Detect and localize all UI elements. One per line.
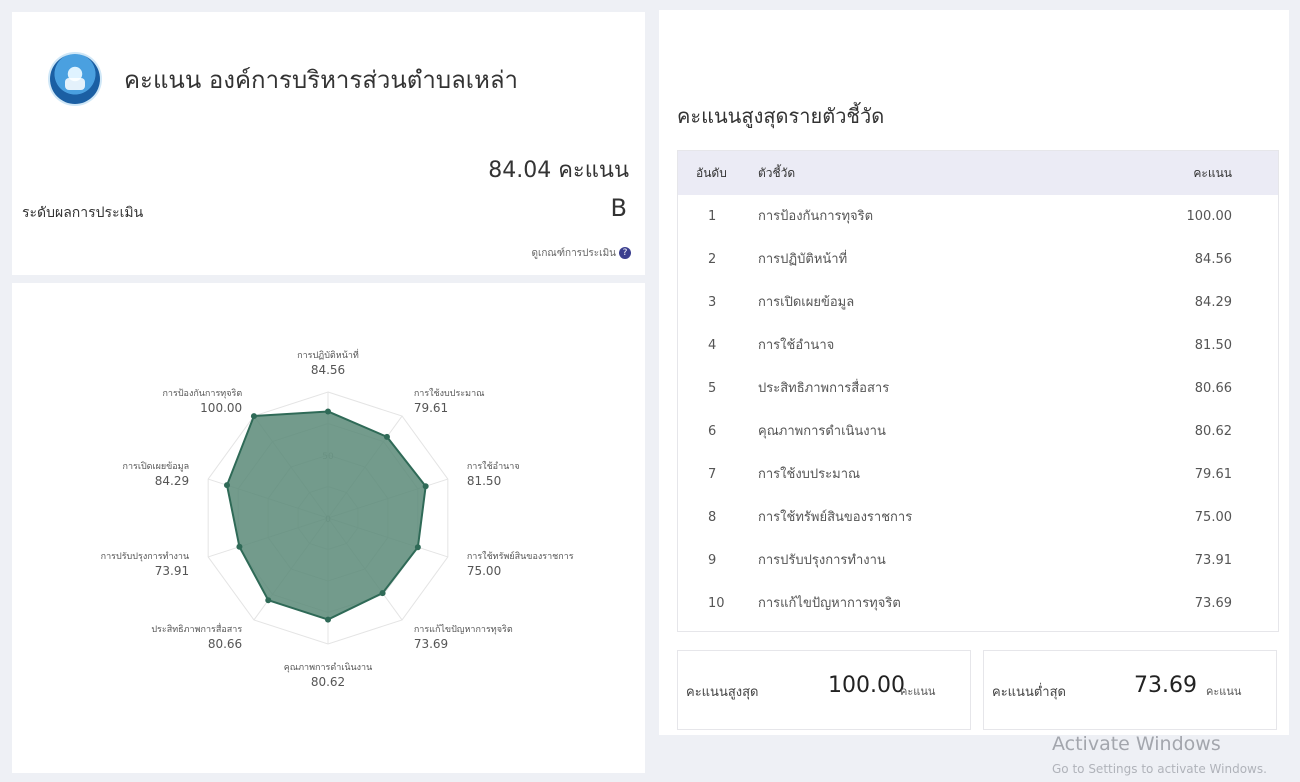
- row-score: 75.00: [1194, 510, 1232, 525]
- table-row: 10 การแก้ไขปัญหาการทุจริต 73.69: [678, 582, 1278, 625]
- activation-watermark-subtitle: Go to Settings to activate Windows.: [1052, 762, 1267, 776]
- row-rank: 3: [708, 295, 717, 310]
- radar-point: [325, 408, 331, 415]
- radar-axis-label: การปฏิบัติหน้าที่: [297, 348, 359, 361]
- row-indicator: การป้องกันการทุจริต: [758, 209, 874, 224]
- row-indicator: ประสิทธิภาพการสื่อสาร: [758, 381, 890, 396]
- row-score: 73.91: [1194, 553, 1232, 568]
- radar-value-label: 80.66: [208, 637, 242, 651]
- lowest-score-value: 73.69: [1134, 673, 1197, 698]
- table-row: 3 การเปิดเผยข้อมูล 84.29: [678, 281, 1278, 324]
- ranking-table: อันดับ ตัวชี้วัด คะแนน 1 การป้องกันการทุจ…: [677, 150, 1279, 632]
- criteria-link-label[interactable]: ดูเกณฑ์การประเมิน: [531, 248, 616, 259]
- row-score: 81.50: [1194, 338, 1232, 353]
- radar-axis-label: การป้องกันการทุจริต: [162, 388, 242, 399]
- radar-value-label: 84.56: [311, 363, 345, 377]
- ranking-title: คะแนนสูงสุดรายตัวชี้วัด: [677, 104, 885, 128]
- row-indicator: การใช้อำนาจ: [758, 338, 835, 353]
- organization-logo: [50, 54, 100, 104]
- row-rank: 7: [708, 467, 717, 482]
- header-rank: อันดับ: [696, 166, 727, 180]
- page-title: คะแนน องค์การบริหารส่วนตำบลเหล่า: [124, 66, 518, 94]
- lowest-score-label: คะแนนต่ำสุด: [992, 685, 1066, 700]
- row-score: 80.62: [1194, 424, 1232, 439]
- radar-value-label: 80.62: [311, 675, 345, 689]
- row-rank: 9: [708, 553, 717, 568]
- table-row: 8 การใช้ทรัพย์สินของราชการ 75.00: [678, 496, 1278, 539]
- radar-axis-label: ประสิทธิภาพการสื่อสาร: [151, 622, 242, 635]
- radar-point: [422, 483, 429, 490]
- row-indicator: การใช้งบประมาณ: [758, 467, 861, 482]
- criteria-link[interactable]: ดูเกณฑ์การประเมิน?: [531, 246, 631, 261]
- radar-value-label: 73.69: [414, 637, 448, 651]
- radar-point: [383, 433, 390, 440]
- radar-chart-card: 050การปฏิบัติหน้าที่84.56การใช้งบประมาณ7…: [12, 283, 645, 773]
- lowest-score-unit: คะแนน: [1206, 685, 1242, 698]
- row-indicator: คุณภาพการดำเนินงาน: [758, 424, 886, 439]
- ranking-card: คะแนนสูงสุดรายตัวชี้วัด อันดับ ตัวชี้วัด…: [659, 10, 1289, 735]
- row-indicator: การเปิดเผยข้อมูล: [758, 295, 855, 310]
- table-row: 4 การใช้อำนาจ 81.50: [678, 324, 1278, 367]
- row-rank: 5: [708, 381, 717, 396]
- radar-value-label: 84.29: [155, 474, 189, 488]
- radar-axis-label: คุณภาพการดำเนินงาน: [284, 662, 373, 673]
- row-rank: 2: [708, 252, 717, 267]
- row-indicator: การปรับปรุงการทำงาน: [758, 553, 886, 568]
- radar-chart: 050การปฏิบัติหน้าที่84.56การใช้งบประมาณ7…: [101, 348, 574, 689]
- highest-score-box: คะแนนสูงสุด 100.00 คะแนน: [677, 650, 971, 730]
- row-rank: 6: [708, 424, 717, 439]
- radar-point: [325, 616, 331, 623]
- radar-value-label: 73.91: [155, 564, 189, 578]
- header-score: คะแนน: [1193, 166, 1232, 180]
- row-indicator: การแก้ไขปัญหาการทุจริต: [758, 596, 901, 611]
- row-rank: 4: [708, 338, 717, 353]
- radar-axis-label: การใช้งบประมาณ: [414, 388, 485, 399]
- radar-point: [379, 590, 386, 597]
- table-row: 6 คุณภาพการดำเนินงาน 80.62: [678, 410, 1278, 453]
- radar-axis-label: การปรับปรุงการทำงาน: [101, 551, 189, 562]
- radar-value-label: 79.61: [414, 401, 448, 415]
- header-indicator: ตัวชี้วัด: [758, 166, 796, 180]
- radar-axis-label: การใช้ทรัพย์สินของราชการ: [467, 550, 574, 562]
- row-score: 73.69: [1194, 596, 1232, 611]
- radar-value-label: 75.00: [467, 564, 501, 578]
- row-score: 84.29: [1194, 295, 1232, 310]
- table-row: 5 ประสิทธิภาพการสื่อสาร 80.66: [678, 367, 1278, 410]
- highest-score-label: คะแนนสูงสุด: [686, 685, 759, 700]
- lowest-score-box: คะแนนต่ำสุด 73.69 คะแนน: [983, 650, 1277, 730]
- radar-point: [250, 413, 257, 420]
- radar-value-label: 100.00: [200, 401, 242, 415]
- radar-axis-label: การใช้อำนาจ: [467, 461, 520, 472]
- row-score: 80.66: [1194, 381, 1232, 396]
- radar-point: [265, 597, 272, 604]
- activation-watermark-title: Activate Windows: [1052, 733, 1221, 755]
- radar-value-label: 81.50: [467, 474, 501, 488]
- question-circle-icon[interactable]: ?: [619, 247, 631, 259]
- grade-value: B: [610, 194, 627, 222]
- table-header: อันดับ ตัวชี้วัด คะแนน: [678, 151, 1278, 195]
- radar-axis-label: การเปิดเผยข้อมูล: [123, 461, 190, 472]
- table-row: 7 การใช้งบประมาณ 79.61: [678, 453, 1278, 496]
- table-row: 2 การปฏิบัติหน้าที่ 84.56: [678, 238, 1278, 281]
- radar-point: [414, 544, 421, 551]
- row-score: 79.61: [1194, 467, 1232, 482]
- assessment-level-label: ระดับผลการประเมิน: [22, 205, 144, 221]
- score-summary-card: คะแนน องค์การบริหารส่วนตำบลเหล่า 84.04 ค…: [12, 12, 645, 275]
- highest-score-unit: คะแนน: [900, 685, 936, 698]
- radar-point: [236, 543, 243, 550]
- row-rank: 1: [708, 209, 717, 224]
- row-indicator: การปฏิบัติหน้าที่: [758, 252, 848, 267]
- radar-point: [223, 482, 230, 489]
- row-rank: 10: [708, 596, 725, 611]
- radar-axis-label: การแก้ไขปัญหาการทุจริต: [414, 624, 513, 635]
- row-score: 100.00: [1186, 209, 1233, 224]
- total-score: 84.04 คะแนน: [488, 158, 629, 183]
- table-row: 9 การปรับปรุงการทำงาน 73.91: [678, 539, 1278, 582]
- row-rank: 8: [708, 510, 717, 525]
- radar-data-area: [225, 410, 427, 621]
- row-score: 84.56: [1194, 252, 1232, 267]
- highest-score-value: 100.00: [828, 673, 905, 698]
- row-indicator: การใช้ทรัพย์สินของราชการ: [758, 510, 913, 525]
- table-row: 1 การป้องกันการทุจริต 100.00: [678, 195, 1278, 238]
